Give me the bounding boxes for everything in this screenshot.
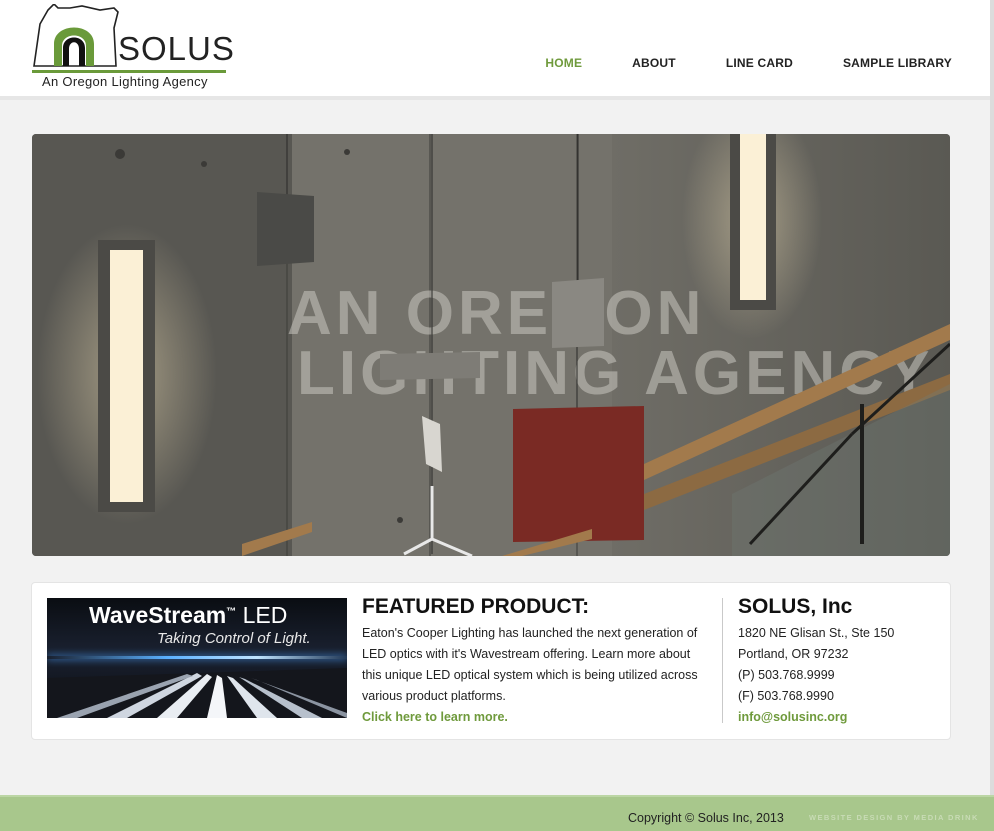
address-line-1: 1820 NE Glisan St., Ste 150 — [738, 626, 895, 640]
fax-number: (F) 503.768.9990 — [738, 689, 834, 703]
featured-product: FEATURED PRODUCT: Eaton's Cooper Lightin… — [362, 595, 707, 728]
featured-section: WaveStream™ LED Taking Control of Light.… — [31, 582, 951, 740]
nav-home[interactable]: HOME — [545, 56, 582, 70]
hero-image: AN OREGON LIGHTING AGENCY — [32, 134, 950, 556]
promo-title-suffix: LED — [242, 602, 288, 628]
site-header: SOLUS An Oregon Lighting Agency HOME ABO… — [0, 0, 994, 100]
page-edge-shadow — [990, 0, 994, 795]
hero-illustration: AN OREGON LIGHTING AGENCY — [32, 134, 950, 556]
promo-title-main: WaveStream — [89, 602, 227, 628]
promo-trademark: ™ — [226, 606, 237, 618]
promo-subtitle: Taking Control of Light. — [157, 630, 311, 647]
promo-light-beam — [47, 656, 347, 659]
copyright-text: Copyright © Solus Inc, 2013 — [628, 811, 784, 825]
contact-info: SOLUS, Inc 1820 NE Glisan St., Ste 150 P… — [738, 595, 938, 728]
company-name: SOLUS, Inc — [738, 595, 853, 618]
nav-sample-library[interactable]: SAMPLE LIBRARY — [843, 56, 952, 70]
logo-tagline: An Oregon Lighting Agency — [42, 74, 208, 89]
solus-logo[interactable]: SOLUS An Oregon Lighting Agency — [30, 4, 234, 90]
site-footer: Copyright © Solus Inc, 2013 WEBSITE DESI… — [0, 795, 994, 831]
featured-description: Eaton's Cooper Lighting has launched the… — [362, 626, 698, 703]
featured-heading: FEATURED PRODUCT: — [362, 595, 590, 618]
address-line-2: Portland, OR 97232 — [738, 647, 849, 661]
email-link[interactable]: info@solusinc.org — [738, 707, 938, 728]
nav-line-card[interactable]: LINE CARD — [726, 56, 793, 70]
hero-wall-text-1: AN OREGON — [287, 279, 705, 348]
promo-title: WaveStream™ LED — [89, 602, 287, 629]
design-credit-link[interactable]: WEBSITE DESIGN BY MEDIA DRINK — [809, 813, 979, 822]
main-nav: HOME ABOUT LINE CARD SAMPLE LIBRARY — [495, 56, 952, 70]
phone-number: (P) 503.768.9999 — [738, 668, 835, 682]
logo-underline — [32, 70, 226, 73]
learn-more-link[interactable]: Click here to learn more. — [362, 707, 707, 728]
nav-about[interactable]: ABOUT — [632, 56, 676, 70]
section-divider — [722, 598, 723, 723]
logo-wordmark: SOLUS — [118, 30, 235, 67]
wavestream-promo-image[interactable]: WaveStream™ LED Taking Control of Light. — [47, 598, 347, 718]
